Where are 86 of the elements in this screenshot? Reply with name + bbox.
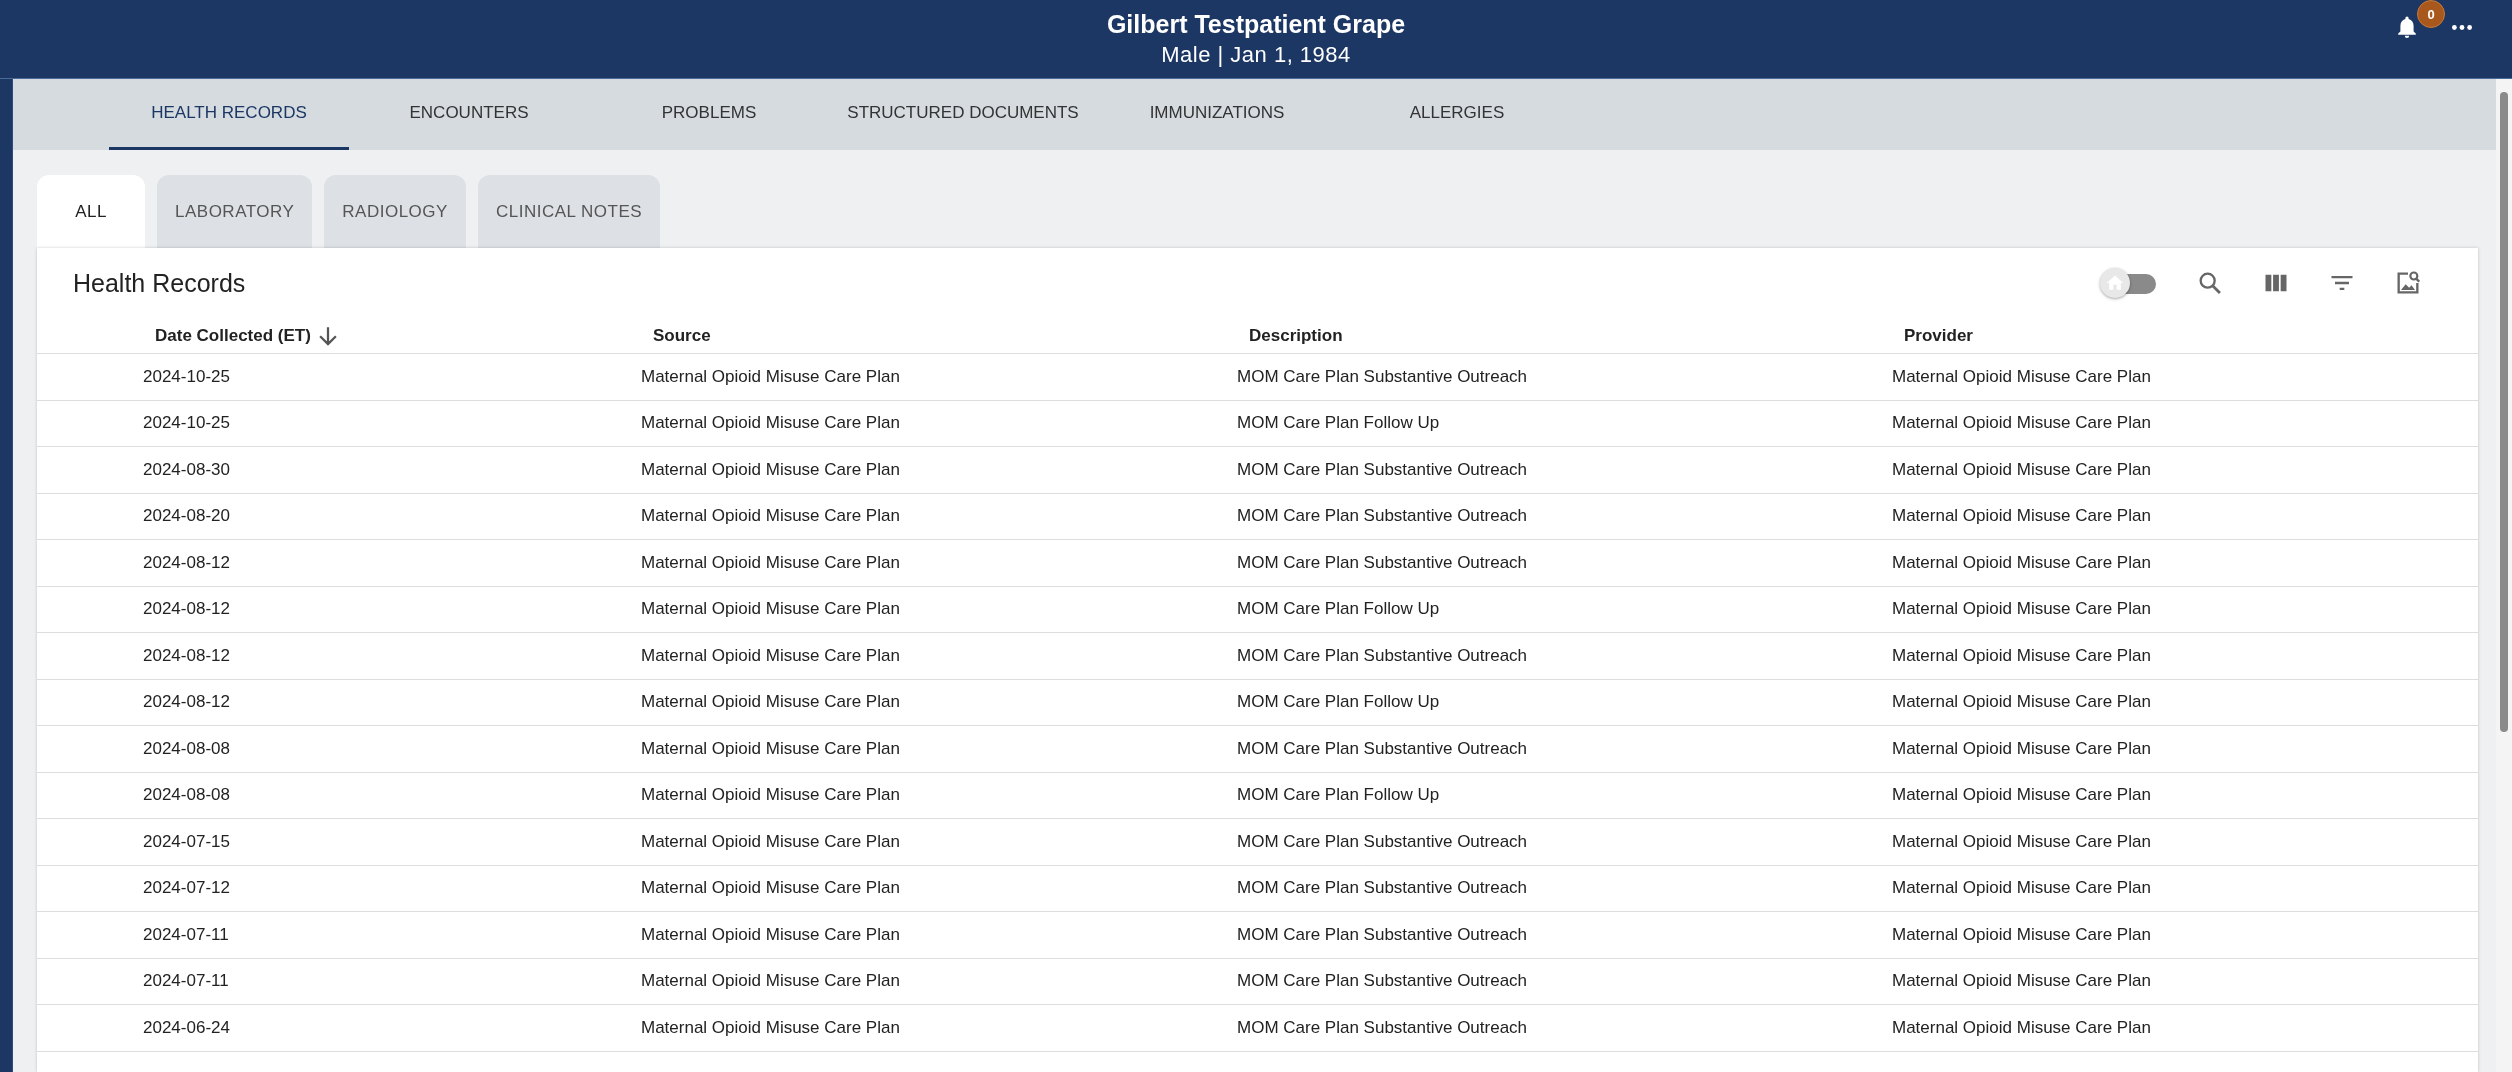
table-cell: 2024-10-25 <box>143 413 230 434</box>
scrollbar[interactable] <box>2496 78 2512 1072</box>
more-button[interactable] <box>2452 24 2472 30</box>
home-icon <box>2105 273 2125 293</box>
table-cell: 2024-07-12 <box>143 878 230 899</box>
nav-tab[interactable]: ENCOUNTERS <box>349 78 589 150</box>
column-header[interactable]: Date Collected (ET) <box>155 325 337 346</box>
record-tab[interactable]: LABORATORY <box>157 175 313 248</box>
table-cell: 2024-07-11 <box>143 924 229 945</box>
column-header[interactable]: Description <box>1237 325 1343 346</box>
table-cell: Maternal Opioid Misuse Care Plan <box>641 645 900 666</box>
table-cell: Maternal Opioid Misuse Care Plan <box>641 1017 900 1038</box>
table-cell: Maternal Opioid Misuse Care Plan <box>641 413 900 434</box>
table-cell: 2024-10-25 <box>143 366 230 387</box>
table-cell: 2024-06-24 <box>143 1017 230 1038</box>
table-cell: MOM Care Plan Follow Up <box>1237 785 1440 806</box>
table-cell: 2024-08-12 <box>143 599 230 620</box>
table-cell: Maternal Opioid Misuse Care Plan <box>1892 692 2151 713</box>
table-cell: 2024-08-30 <box>143 459 230 480</box>
table-cell: MOM Care Plan Substantive Outreach <box>1237 506 1528 527</box>
nav-tab[interactable]: STRUCTURED DOCUMENTS <box>829 78 1097 150</box>
table-cell: Maternal Opioid Misuse Care Plan <box>641 831 900 852</box>
table-cell: Maternal Opioid Misuse Care Plan <box>1892 1017 2151 1038</box>
table-cell: MOM Care Plan Substantive Outreach <box>1237 831 1528 852</box>
table-cell: Maternal Opioid Misuse Care Plan <box>641 971 900 992</box>
table-cell: Maternal Opioid Misuse Care Plan <box>641 506 900 527</box>
table-cell: Maternal Opioid Misuse Care Plan <box>1892 971 2151 992</box>
notification-count: 0 <box>2417 0 2445 28</box>
table-cell: Maternal Opioid Misuse Care Plan <box>641 785 900 806</box>
table-cell: MOM Care Plan Substantive Outreach <box>1237 1017 1528 1038</box>
table-cell: MOM Care Plan Substantive Outreach <box>1237 459 1528 480</box>
table-cell: 2024-08-12 <box>143 692 230 713</box>
table-cell: Maternal Opioid Misuse Care Plan <box>641 878 900 899</box>
table-cell: MOM Care Plan Follow Up <box>1237 599 1440 620</box>
table-cell: MOM Care Plan Substantive Outreach <box>1237 738 1528 759</box>
table-cell: Maternal Opioid Misuse Care Plan <box>1892 738 2151 759</box>
table-cell: Maternal Opioid Misuse Care Plan <box>1892 459 2151 480</box>
column-header[interactable]: Source <box>641 325 711 346</box>
table-cell: Maternal Opioid Misuse Care Plan <box>641 599 900 620</box>
table-cell: Maternal Opioid Misuse Care Plan <box>1892 552 2151 573</box>
table-cell: MOM Care Plan Substantive Outreach <box>1237 878 1528 899</box>
table-cell: Maternal Opioid Misuse Care Plan <box>641 692 900 713</box>
table-title: Health Records <box>73 268 247 298</box>
table-cell: Maternal Opioid Misuse Care Plan <box>641 366 900 387</box>
nav-tab[interactable]: PROBLEMS <box>589 78 829 150</box>
table-cell: MOM Care Plan Follow Up <box>1237 413 1440 434</box>
table-cell: 2024-08-20 <box>143 506 230 527</box>
more-icon <box>2452 24 2472 30</box>
notifications-button[interactable] <box>2398 16 2416 38</box>
table-cell: 2024-08-08 <box>143 785 230 806</box>
home-toggle[interactable] <box>2100 271 2158 295</box>
table-cell: Maternal Opioid Misuse Care Plan <box>641 924 900 945</box>
arrow-down-icon <box>318 325 337 346</box>
table-cell: Maternal Opioid Misuse Care Plan <box>1892 413 2151 434</box>
table-cell: MOM Care Plan Substantive Outreach <box>1237 552 1528 573</box>
table-cell: MOM Care Plan Substantive Outreach <box>1237 924 1528 945</box>
table-cell: Maternal Opioid Misuse Care Plan <box>1892 366 2151 387</box>
table-cell: Maternal Opioid Misuse Care Plan <box>1892 506 2151 527</box>
table-cell: Maternal Opioid Misuse Care Plan <box>1892 878 2151 899</box>
table-cell: 2024-08-12 <box>143 645 230 666</box>
table-cell: 2024-07-15 <box>143 831 230 852</box>
record-tab[interactable]: ALL <box>37 175 145 248</box>
table-cell: Maternal Opioid Misuse Care Plan <box>1892 831 2151 852</box>
record-tab[interactable]: RADIOLOGY <box>324 175 466 248</box>
table-cell: 2024-07-11 <box>143 971 229 992</box>
patient-details: Male | Jan 1, 1984 <box>1161 41 1351 69</box>
table-cell: Maternal Opioid Misuse Care Plan <box>1892 924 2151 945</box>
table-cell: Maternal Opioid Misuse Care Plan <box>641 459 900 480</box>
nav-tab[interactable]: IMMUNIZATIONS <box>1097 78 1337 150</box>
table-cell: Maternal Opioid Misuse Care Plan <box>641 552 900 573</box>
table-cell: Maternal Opioid Misuse Care Plan <box>1892 785 2151 806</box>
column-header[interactable]: Provider <box>1892 325 1973 346</box>
patient-name: Gilbert Testpatient Grape <box>1106 9 1406 40</box>
nav-tab[interactable]: ALLERGIES <box>1337 78 1577 150</box>
table-cell: MOM Care Plan Substantive Outreach <box>1237 971 1528 992</box>
nav-tab[interactable]: HEALTH RECORDS <box>109 78 349 150</box>
record-tab[interactable]: CLINICAL NOTES <box>477 175 661 248</box>
table-cell: MOM Care Plan Substantive Outreach <box>1237 645 1528 666</box>
table-cell: Maternal Opioid Misuse Care Plan <box>641 738 900 759</box>
table-cell: Maternal Opioid Misuse Care Plan <box>1892 645 2151 666</box>
bell-icon <box>2398 16 2416 38</box>
table-cell: MOM Care Plan Follow Up <box>1237 692 1440 713</box>
table-cell: 2024-08-12 <box>143 552 230 573</box>
table-cell: 2024-08-08 <box>143 738 230 759</box>
table-cell: MOM Care Plan Substantive Outreach <box>1237 366 1528 387</box>
table-cell: Maternal Opioid Misuse Care Plan <box>1892 599 2151 620</box>
